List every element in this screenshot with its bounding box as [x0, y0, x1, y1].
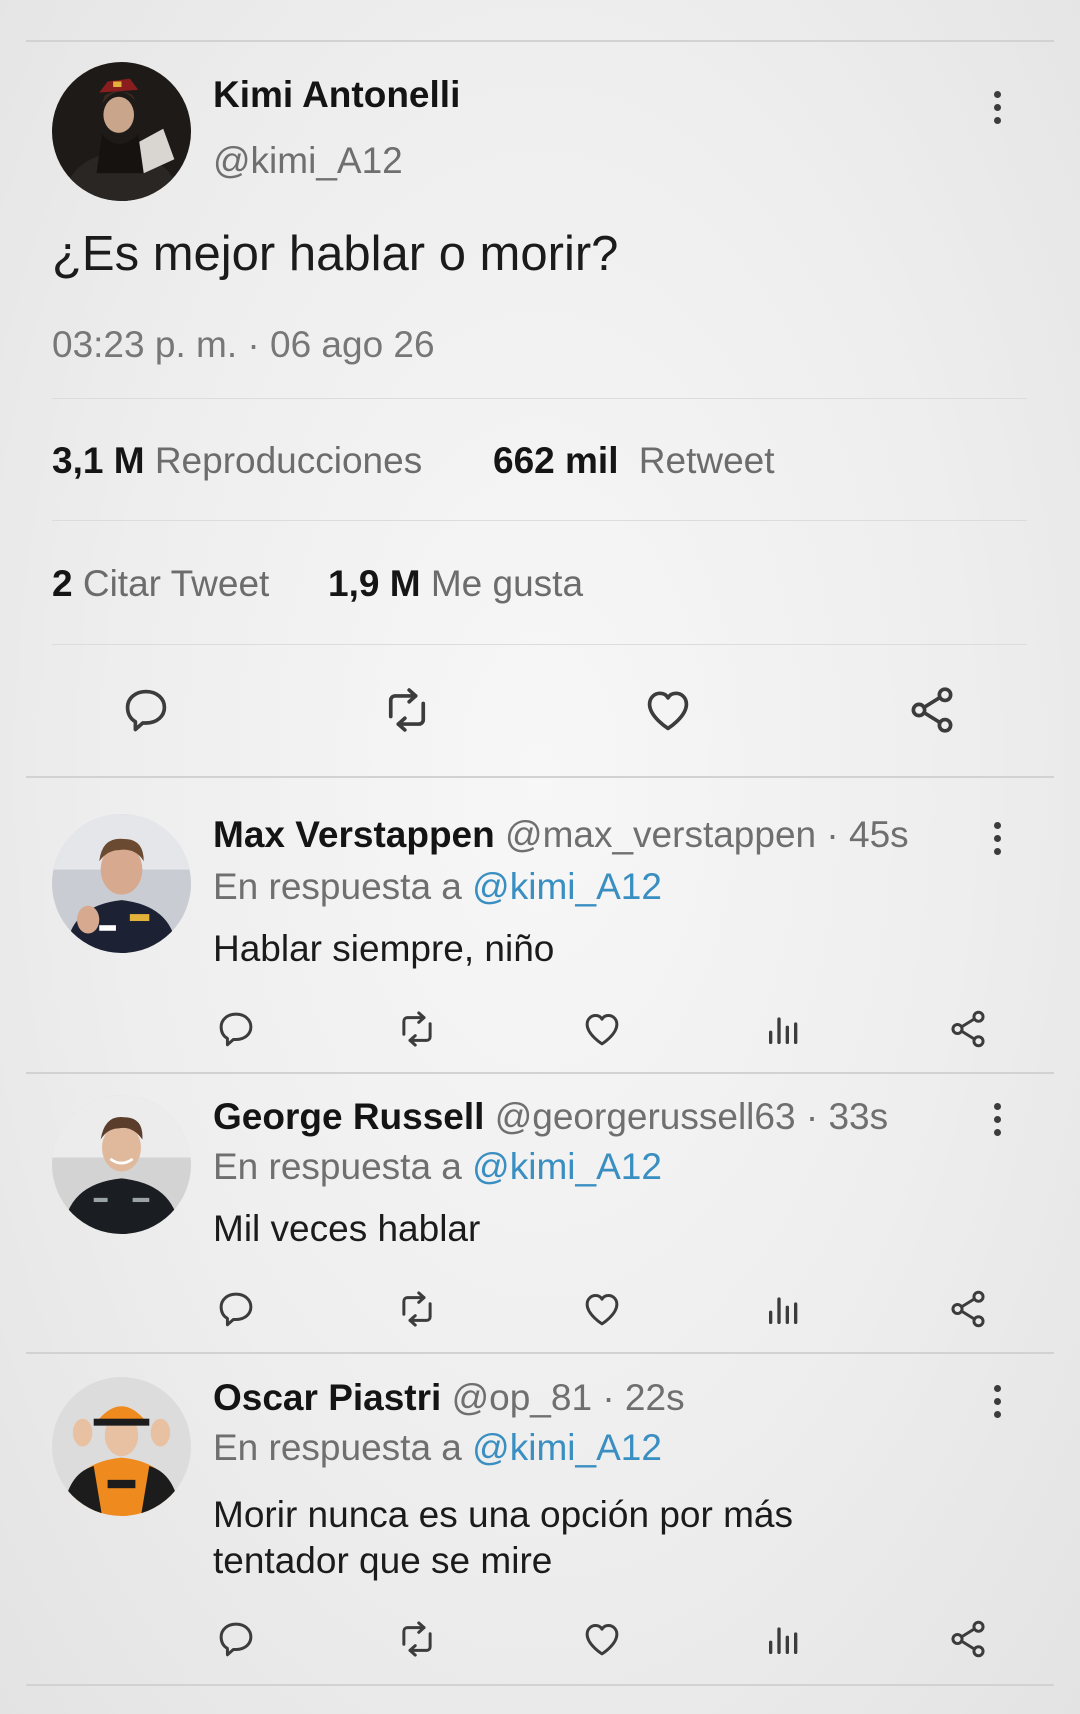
- share-icon[interactable]: [904, 684, 960, 736]
- oscar-avatar[interactable]: [52, 1377, 191, 1516]
- reply-1-reply-icon[interactable]: [214, 1008, 258, 1050]
- reply-2-mention-link[interactable]: @kimi_A12: [472, 1146, 662, 1187]
- reply-2-context-prefix: En respuesta a: [213, 1146, 462, 1187]
- divider: [26, 1072, 1054, 1074]
- views-label: Reproducciones: [154, 440, 423, 481]
- reply-2-handle-time[interactable]: @georgerussell63 · 33s: [495, 1096, 888, 1137]
- reply-2-share-icon[interactable]: [946, 1288, 990, 1330]
- main-author-handle[interactable]: @kimi_A12: [213, 140, 403, 182]
- quotes-stat[interactable]: 2 Citar Tweet: [52, 563, 269, 605]
- reply-1-views-icon[interactable]: [764, 1008, 804, 1050]
- retweets-label: Retweet: [638, 440, 775, 481]
- main-author-name[interactable]: Kimi Antonelli: [213, 74, 460, 116]
- reply-1-mention-link[interactable]: @kimi_A12: [472, 866, 662, 907]
- reply-3-header: Oscar Piastri @op_81 · 22s: [213, 1377, 685, 1419]
- divider: [26, 776, 1054, 778]
- quotes-count: 2: [52, 563, 73, 604]
- likes-stat[interactable]: 1,9 M Me gusta: [328, 563, 583, 605]
- reply-3-text-line-1: Morir nunca es una opción por más: [213, 1494, 793, 1535]
- reply-3-mention-link[interactable]: @kimi_A12: [472, 1427, 662, 1468]
- reply-3-text: Morir nunca es una opción por más tentad…: [213, 1492, 793, 1584]
- reply-2-text: Mil veces hablar: [213, 1208, 481, 1249]
- george-avatar[interactable]: [52, 1095, 191, 1234]
- reply-3-text-line-2: tentador que se mire: [213, 1540, 553, 1581]
- divider: [52, 398, 1027, 399]
- like-icon[interactable]: [640, 684, 696, 736]
- reply-1-author-name[interactable]: Max Verstappen: [213, 814, 495, 855]
- reply-3-like-icon[interactable]: [580, 1618, 624, 1660]
- likes-label: Me gusta: [430, 563, 584, 604]
- main-tweet-timestamp[interactable]: 03:23 p. m. · 06 ago 26: [52, 324, 435, 366]
- reply-3-author-name[interactable]: Oscar Piastri: [213, 1377, 441, 1418]
- reply-1-text: Hablar siempre, niño: [213, 928, 555, 969]
- top-divider: [26, 40, 1054, 42]
- reply-2-author-name[interactable]: George Russell: [213, 1096, 484, 1137]
- reply-3-retweet-icon[interactable]: [393, 1618, 441, 1660]
- bottom-divider: [26, 1684, 1054, 1686]
- reply-icon[interactable]: [118, 684, 174, 736]
- views-stat: 3,1 M Reproducciones: [52, 440, 422, 482]
- reply-2-header: George Russell @georgerussell63 · 33s: [213, 1096, 888, 1138]
- likes-count: 1,9 M: [328, 563, 421, 604]
- reply-1-header: Max Verstappen @max_verstappen · 45s: [213, 814, 909, 856]
- reply-3-handle-time[interactable]: @op_81 · 22s: [452, 1377, 685, 1418]
- reply-2-more-options-icon[interactable]: [990, 1103, 1004, 1136]
- reply-2-context: En respuesta a @kimi_A12: [213, 1146, 662, 1188]
- kimi-avatar[interactable]: [52, 62, 191, 201]
- reply-3-views-icon[interactable]: [764, 1618, 804, 1660]
- reply-2-reply-icon[interactable]: [214, 1288, 258, 1330]
- retweet-icon[interactable]: [377, 684, 437, 736]
- quotes-label: Citar Tweet: [82, 563, 270, 604]
- reply-1-like-icon[interactable]: [580, 1008, 624, 1050]
- divider: [26, 1352, 1054, 1354]
- reply-1-context: En respuesta a @kimi_A12: [213, 866, 662, 908]
- divider: [52, 520, 1027, 521]
- reply-3-share-icon[interactable]: [946, 1618, 990, 1660]
- retweets-count: 662 mil: [493, 440, 619, 481]
- reply-1-share-icon[interactable]: [946, 1008, 990, 1050]
- reply-1-handle-time[interactable]: @max_verstappen · 45s: [505, 814, 909, 855]
- reply-3-reply-icon[interactable]: [214, 1618, 258, 1660]
- reply-3-more-options-icon[interactable]: [990, 1385, 1004, 1418]
- reply-1-context-prefix: En respuesta a: [213, 866, 462, 907]
- main-more-options-icon[interactable]: [990, 91, 1004, 124]
- main-tweet-text: ¿Es mejor hablar o morir?: [52, 227, 619, 281]
- max-avatar[interactable]: [52, 814, 191, 953]
- reply-3-context: En respuesta a @kimi_A12: [213, 1427, 662, 1469]
- reply-3-context-prefix: En respuesta a: [213, 1427, 462, 1468]
- retweets-stat[interactable]: 662 mil Retweet: [493, 440, 775, 482]
- reply-2-like-icon[interactable]: [580, 1288, 624, 1330]
- reply-1-retweet-icon[interactable]: [393, 1008, 441, 1050]
- reply-1-more-options-icon[interactable]: [990, 822, 1004, 855]
- views-count: 3,1 M: [52, 440, 145, 481]
- reply-2-views-icon[interactable]: [764, 1288, 804, 1330]
- reply-2-retweet-icon[interactable]: [393, 1288, 441, 1330]
- divider: [52, 644, 1027, 645]
